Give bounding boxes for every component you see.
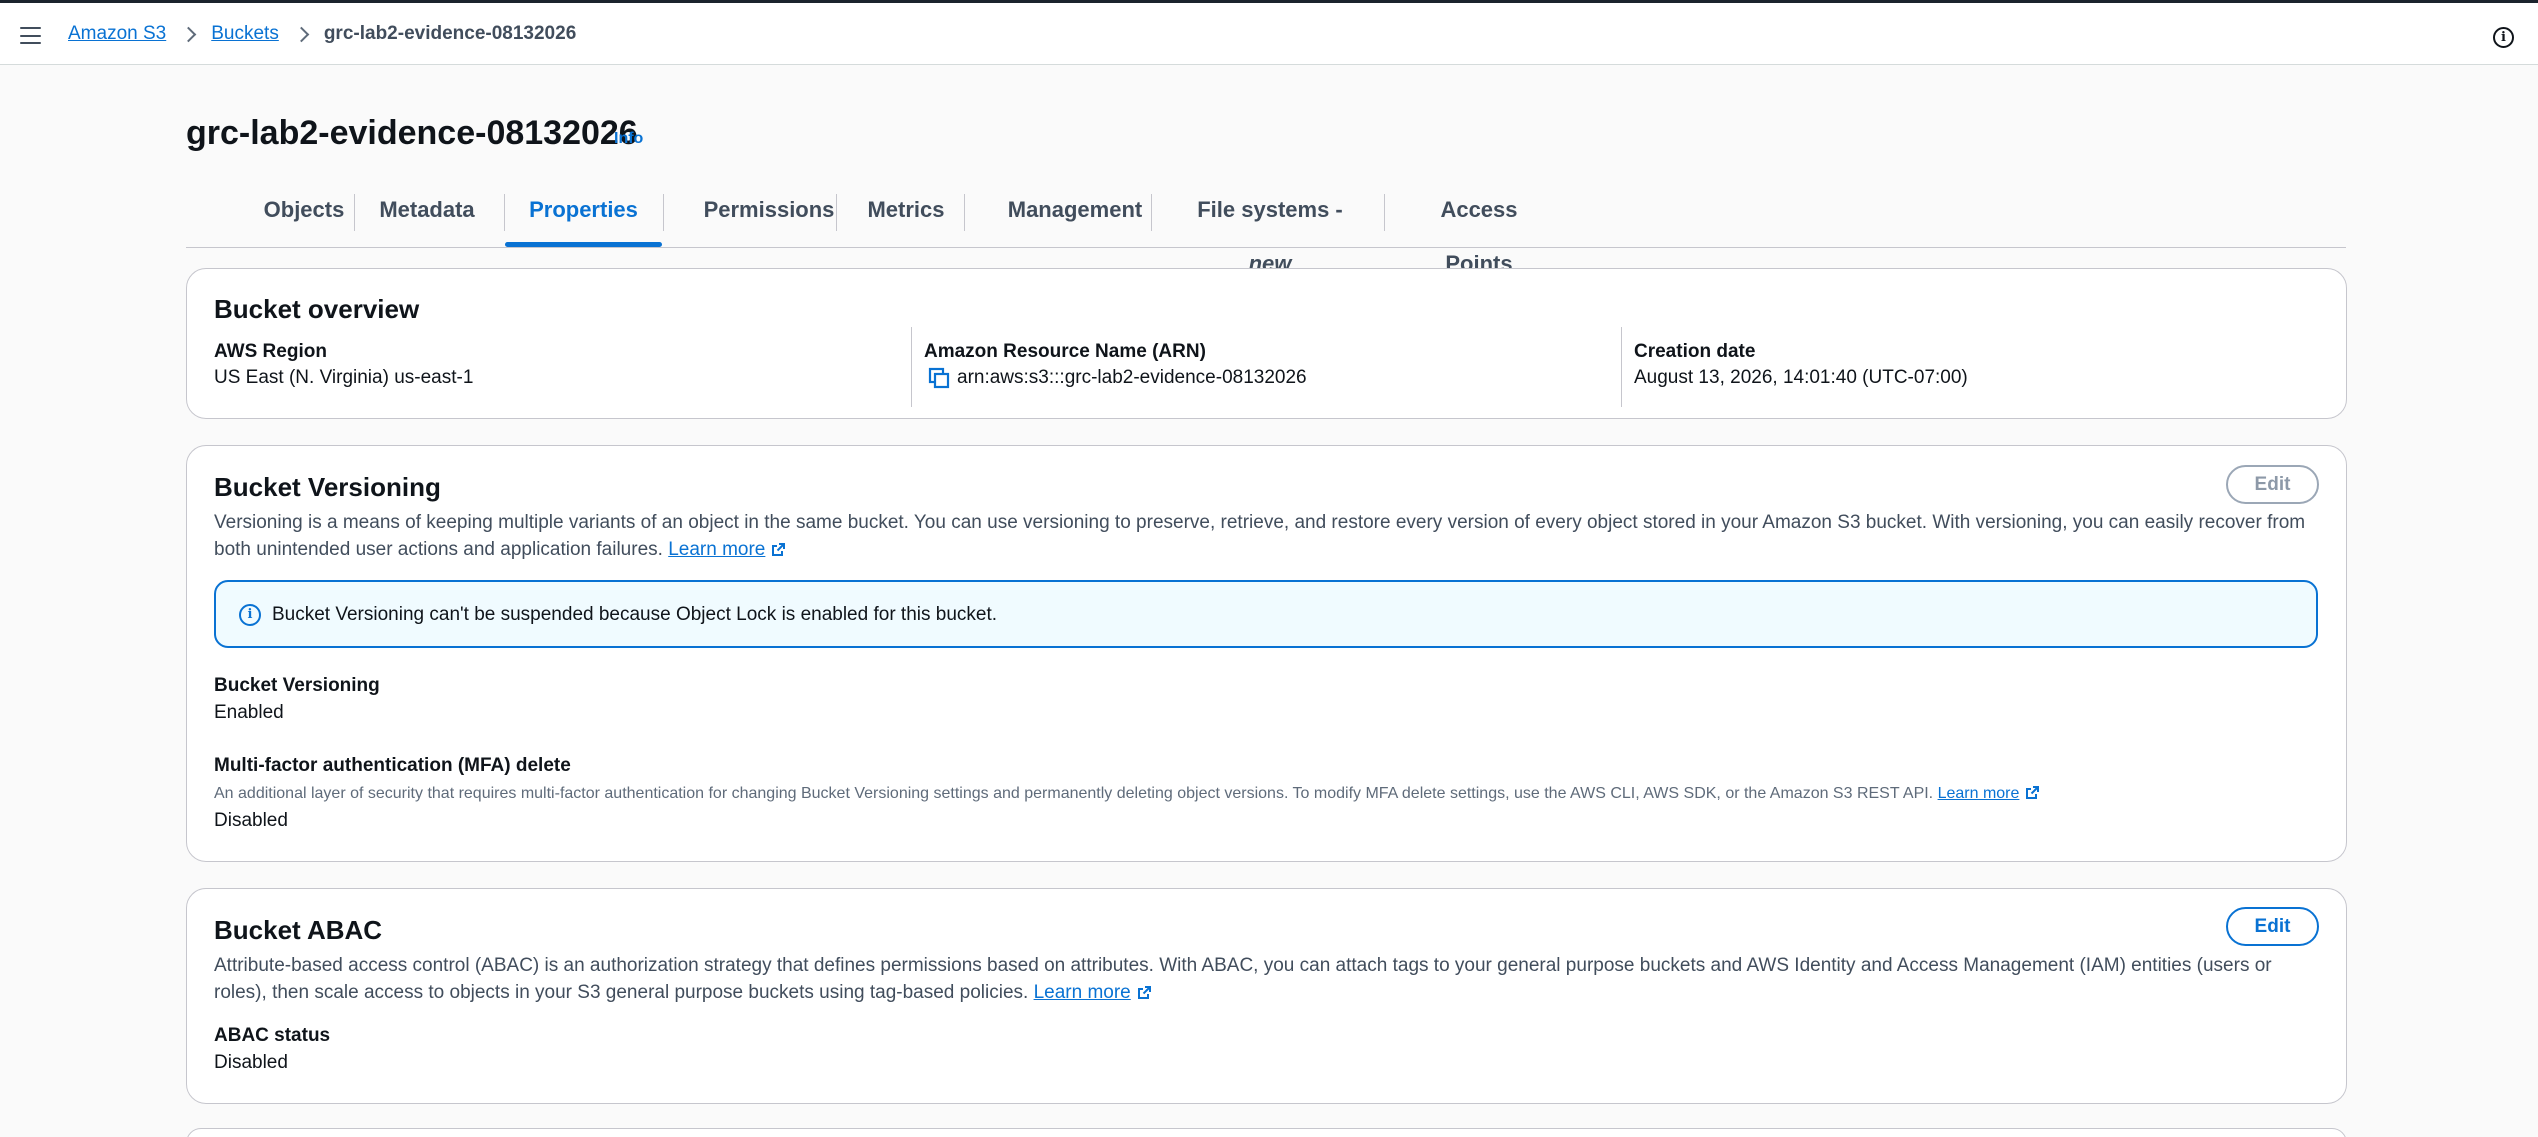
menu-icon[interactable]: [20, 27, 41, 44]
tab-metadata[interactable]: Metadata: [376, 183, 478, 247]
tab-divider: [1151, 194, 1152, 231]
versioning-status-value: Enabled: [214, 702, 284, 723]
versioning-description: Versioning is a means of keeping multipl…: [214, 509, 2324, 563]
creation-date-label: Creation date: [1634, 341, 1756, 362]
tab-divider: [964, 194, 965, 231]
tab-divider: [836, 194, 837, 231]
bucket-abac-title: Bucket ABAC: [214, 915, 383, 945]
mfa-description-text: An additional layer of security that req…: [214, 785, 1934, 802]
external-link-icon: [771, 542, 786, 557]
creation-date-value: August 13, 2026, 14:01:40 (UTC-07:00): [1634, 367, 1968, 388]
breadcrumb: Amazon S3 Buckets grc-lab2-evidence-0813…: [68, 23, 576, 45]
tab-metrics[interactable]: Metrics: [856, 183, 956, 247]
external-link-icon: [1137, 985, 1152, 1000]
abac-status-value: Disabled: [214, 1052, 288, 1073]
bucket-overview-panel: Bucket overview AWS Region US East (N. V…: [186, 268, 2347, 419]
abac-status-label: ABAC status: [214, 1025, 331, 1046]
column-divider: [1621, 327, 1622, 407]
tab-properties[interactable]: Properties: [505, 183, 662, 247]
tab-divider: [663, 194, 664, 231]
next-panel-edge: [186, 1128, 2347, 1137]
external-link-icon: [2025, 785, 2040, 800]
column-divider: [911, 327, 912, 407]
copy-icon[interactable]: [928, 367, 950, 389]
chevron-right-icon: [180, 26, 197, 42]
bucket-abac-panel: Bucket ABAC Edit Attribute-based access …: [186, 888, 2347, 1104]
tab-access-points[interactable]: Access Points: [1404, 183, 1554, 276]
versioning-status-label: Bucket Versioning: [214, 675, 380, 696]
abac-edit-button[interactable]: Edit: [2226, 907, 2319, 946]
object-lock-info-alert: i Bucket Versioning can't be suspended b…: [214, 580, 2318, 648]
bucket-overview-title: Bucket overview: [214, 294, 420, 324]
breadcrumb-current: grc-lab2-evidence-08132026: [323, 23, 577, 44]
alert-message: Bucket Versioning can't be suspended bec…: [272, 604, 998, 625]
region-value: US East (N. Virginia) us-east-1: [214, 367, 474, 388]
abac-learn-more-link[interactable]: Learn more: [1034, 982, 1152, 1003]
region-label: AWS Region: [214, 341, 327, 362]
tab-management[interactable]: Management: [990, 183, 1160, 247]
tab-permissions[interactable]: Permissions: [684, 183, 854, 247]
versioning-edit-button[interactable]: Edit: [2226, 465, 2319, 504]
tab-file-systems-label: File systems -: [1197, 197, 1343, 222]
bucket-versioning-panel: Bucket Versioning Edit Versioning is a m…: [186, 445, 2347, 862]
info-icon: i: [239, 604, 261, 626]
mfa-delete-value: Disabled: [214, 810, 288, 831]
bucket-versioning-title: Bucket Versioning: [214, 472, 441, 502]
top-navigation-bar: Amazon S3 Buckets grc-lab2-evidence-0813…: [0, 0, 2538, 65]
arn-label: Amazon Resource Name (ARN): [924, 341, 1206, 362]
info-icon[interactable]: i: [2493, 27, 2514, 48]
tab-objects[interactable]: Objects: [250, 183, 358, 247]
arn-value: arn:aws:s3:::grc-lab2-evidence-08132026: [957, 367, 1307, 388]
tab-divider: [1384, 194, 1385, 231]
tab-file-systems[interactable]: File systems - new: [1176, 183, 1364, 276]
versioning-learn-more-link[interactable]: Learn more: [668, 539, 786, 560]
versioning-description-text: Versioning is a means of keeping multipl…: [214, 512, 2306, 560]
mfa-delete-label: Multi-factor authentication (MFA) delete: [214, 755, 571, 776]
breadcrumb-amazon-s3[interactable]: Amazon S3: [68, 23, 166, 45]
mfa-learn-more-link[interactable]: Learn more: [1938, 785, 2041, 802]
breadcrumb-buckets[interactable]: Buckets: [211, 23, 279, 45]
mfa-delete-description: An additional layer of security that req…: [214, 785, 2040, 803]
abac-description-text: Attribute-based access control (ABAC) is…: [214, 955, 2272, 1003]
tab-bar: Objects Metadata Properties Permissions …: [186, 183, 2346, 276]
page-title: grc-lab2-evidence-08132026: [186, 114, 638, 152]
tab-divider: [354, 194, 355, 231]
chevron-right-icon: [293, 26, 310, 42]
abac-description: Attribute-based access control (ABAC) is…: [214, 952, 2324, 1006]
info-link[interactable]: Info: [614, 130, 643, 148]
